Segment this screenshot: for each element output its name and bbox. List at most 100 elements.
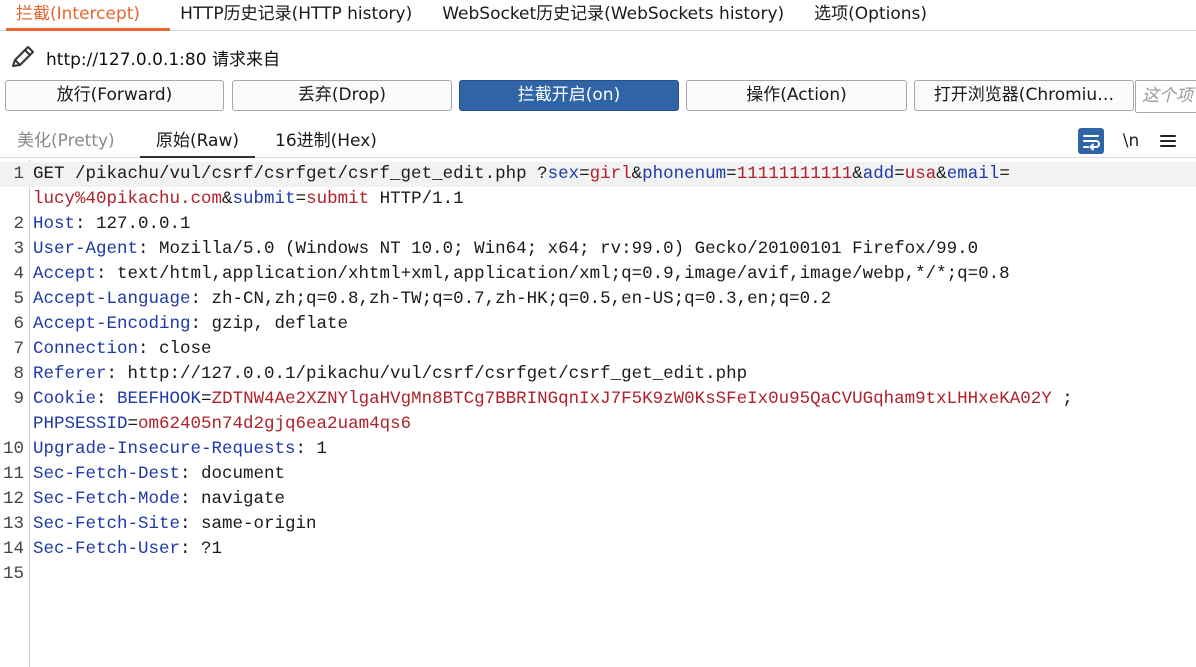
- header-key: Accept-Encoding: [33, 314, 191, 334]
- line-number: 8: [13, 364, 24, 384]
- code-token: : navigate: [180, 489, 286, 509]
- request-source-row: http://127.0.0.1:80 请求来自: [0, 38, 1196, 76]
- code-token: =: [726, 164, 737, 184]
- code-token: :: [96, 389, 118, 409]
- header-key: User-Agent: [33, 239, 139, 259]
- code-text: Accept-Language: zh-CN,zh;q=0.8,zh-TW;q=…: [33, 287, 831, 312]
- header-key: Sec-Fetch-User: [33, 539, 181, 559]
- param-value: 11111111111: [736, 164, 853, 184]
- intercept-toggle-button[interactable]: 拦截开启(on): [459, 80, 679, 111]
- code-line[interactable]: 7 Connection: close: [0, 337, 1196, 362]
- header-key: Sec-Fetch-Site: [33, 514, 181, 534]
- search-input[interactable]: 这个项: [1135, 80, 1196, 113]
- code-token: : ?1: [180, 539, 223, 559]
- open-browser-button[interactable]: 打开浏览器(Chromiu…: [914, 80, 1134, 111]
- code-line[interactable]: 6 Accept-Encoding: gzip, deflate: [0, 312, 1196, 337]
- header-key: Sec-Fetch-Dest: [33, 464, 181, 484]
- line-number: 10: [2, 439, 24, 459]
- code-line[interactable]: 13 Sec-Fetch-Site: same-origin: [0, 512, 1196, 537]
- code-token: : same-origin: [180, 514, 317, 534]
- code-token: : close: [138, 339, 212, 359]
- code-token: HTTP/1.1: [369, 189, 464, 209]
- code-text: GET /pikachu/vul/csrf/csrfget/csrf_get_e…: [33, 162, 1010, 187]
- raw-request-editor[interactable]: 1 GET /pikachu/vul/csrf/csrfget/csrf_get_…: [0, 160, 1196, 667]
- action-button[interactable]: 操作(Action): [686, 80, 907, 111]
- code-token: &: [852, 164, 863, 184]
- param-value: ZDTNW4Ae2XZNYlgaHVgMn8BTCg7BBRINGqnIxJ7F…: [211, 389, 1052, 409]
- code-text: Cookie: BEEFHOOK=ZDTNW4Ae2XZNYlgaHVgMn8B…: [33, 387, 1073, 412]
- header-key: submit: [232, 189, 296, 209]
- line-number: 13: [2, 514, 24, 534]
- tab-raw[interactable]: 原始(Raw): [140, 124, 255, 158]
- tab-websocket-history[interactable]: WebSocket历史记录(WebSockets history): [432, 0, 804, 31]
- code-line[interactable]: 2 Host: 127.0.0.1: [0, 212, 1196, 237]
- intercept-toolbar: 放行(Forward) 丢弃(Drop) 拦截开启(on) 操作(Action)…: [0, 80, 1196, 113]
- line-number: 1: [13, 164, 24, 184]
- tab-intercept[interactable]: 拦截(Intercept): [6, 0, 171, 31]
- header-key: BEEFHOOK: [117, 389, 202, 409]
- code-token: : http://127.0.0.1/pikachu/vul/csrf/csrf…: [106, 364, 748, 384]
- header-key: PHPSESSID: [33, 414, 128, 434]
- code-text: Sec-Fetch-Site: same-origin: [33, 512, 317, 537]
- code-line[interactable]: 8 Referer: http://127.0.0.1/pikachu/vul/c…: [0, 362, 1196, 387]
- line-number: 7: [13, 339, 24, 359]
- code-line[interactable]: PHPSESSID=om62405n74d2gjq6ea2uam4qs6: [0, 412, 1196, 437]
- header-key: sex: [547, 164, 580, 184]
- param-value: usa: [904, 164, 937, 184]
- line-number: 5: [13, 289, 24, 309]
- code-line[interactable]: 9 Cookie: BEEFHOOK=ZDTNW4Ae2XZNYlgaHVgMn8…: [0, 387, 1196, 412]
- tab-options[interactable]: 选项(Options): [804, 0, 947, 31]
- tab-hex[interactable]: 16进制(Hex): [275, 124, 377, 158]
- code-token: &: [936, 164, 947, 184]
- code-token: : zh-CN,zh;q=0.8,zh-TW;q=0.7,zh-HK;q=0.5…: [190, 289, 832, 309]
- menu-icon[interactable]: [1158, 128, 1178, 154]
- param-value: om62405n74d2gjq6ea2uam4qs6: [138, 414, 412, 434]
- code-text: Accept: text/html,application/xhtml+xml,…: [33, 262, 1010, 287]
- code-token: : gzip, deflate: [190, 314, 349, 334]
- code-text: lucy%40pikachu.com&submit=submit HTTP/1.…: [33, 187, 464, 212]
- code-token: =: [295, 189, 307, 209]
- tab-pretty[interactable]: 美化(Pretty): [17, 124, 115, 158]
- forward-button[interactable]: 放行(Forward): [5, 80, 224, 111]
- word-wrap-icon[interactable]: [1078, 128, 1104, 154]
- code-line[interactable]: 4 Accept: text/html,application/xhtml+xml…: [0, 262, 1196, 287]
- code-line[interactable]: 3 User-Agent: Mozilla/5.0 (Windows NT 10.…: [0, 237, 1196, 262]
- code-token: =: [201, 389, 212, 409]
- code-line[interactable]: lucy%40pikachu.com&submit=submit HTTP/1.…: [0, 187, 1196, 212]
- request-url-label: http://127.0.0.1:80 请求来自: [46, 49, 280, 70]
- pencil-icon[interactable]: [8, 42, 38, 72]
- param-value: girl: [589, 164, 632, 184]
- line-number: 14: [2, 539, 24, 559]
- header-key: add: [862, 164, 895, 184]
- line-number: 9: [13, 389, 24, 409]
- code-token: : 127.0.0.1: [75, 214, 191, 234]
- header-key: Sec-Fetch-Mode: [33, 489, 181, 509]
- drop-button[interactable]: 丢弃(Drop): [232, 80, 452, 111]
- newline-toggle-icon[interactable]: \n: [1120, 128, 1142, 154]
- code-line[interactable]: 11 Sec-Fetch-Dest: document: [0, 462, 1196, 487]
- header-key: email: [946, 164, 1000, 184]
- tab-http-history[interactable]: HTTP历史记录(HTTP history): [170, 0, 432, 31]
- code-line[interactable]: 14 Sec-Fetch-User: ?1: [0, 537, 1196, 562]
- code-line[interactable]: 1 GET /pikachu/vul/csrf/csrfget/csrf_get_…: [0, 162, 1196, 187]
- header-key: Accept-Language: [33, 289, 191, 309]
- code-line[interactable]: 12 Sec-Fetch-Mode: navigate: [0, 487, 1196, 512]
- code-line[interactable]: 15: [0, 562, 1196, 587]
- line-number: 6: [13, 314, 24, 334]
- code-text: Upgrade-Insecure-Requests: 1: [33, 437, 327, 462]
- header-key: Accept: [33, 264, 97, 284]
- line-number: 4: [13, 264, 24, 284]
- code-line[interactable]: 10 Upgrade-Insecure-Requests: 1: [0, 437, 1196, 462]
- param-value: submit: [306, 189, 370, 209]
- header-key: Upgrade-Insecure-Requests: [33, 439, 296, 459]
- code-line[interactable]: 5 Accept-Language: zh-CN,zh;q=0.8,zh-TW;q…: [0, 287, 1196, 312]
- code-text: Host: 127.0.0.1: [33, 212, 191, 237]
- header-key: Cookie: [33, 389, 97, 409]
- code-token: ;: [1051, 389, 1073, 409]
- code-token: : document: [180, 464, 286, 484]
- line-number: 11: [2, 464, 24, 484]
- code-token: &: [631, 164, 643, 184]
- code-text: Sec-Fetch-User: ?1: [33, 537, 222, 562]
- code-text: Accept-Encoding: gzip, deflate: [33, 312, 348, 337]
- param-value: lucy%40pikachu.com: [33, 189, 223, 209]
